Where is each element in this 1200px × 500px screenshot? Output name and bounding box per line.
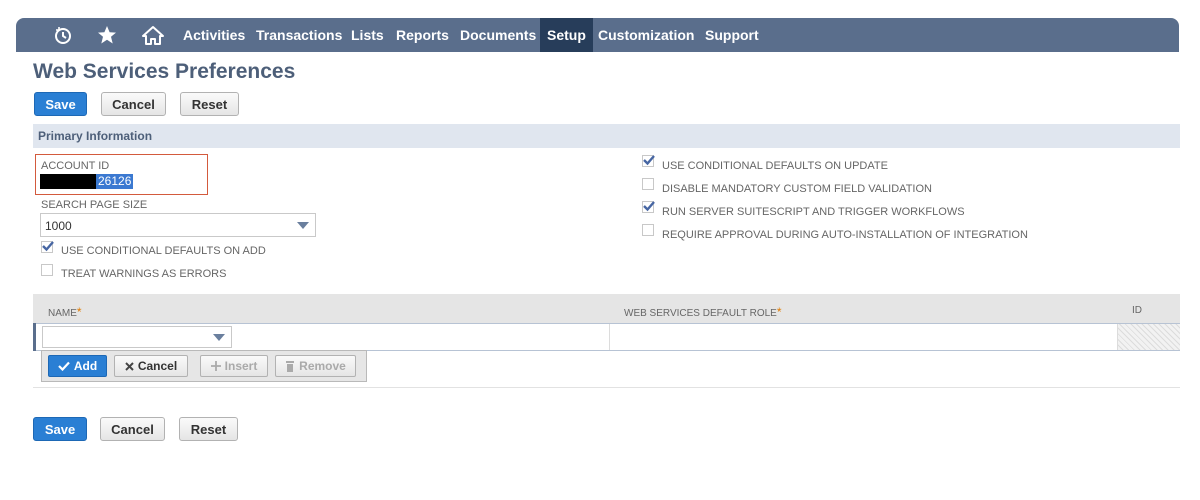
checkbox-label: USE CONDITIONAL DEFAULTS ON UPDATE bbox=[662, 160, 888, 172]
search-page-size-label: SEARCH PAGE SIZE bbox=[41, 199, 148, 211]
nav-documents[interactable]: Documents bbox=[453, 18, 543, 52]
checkbox-run-server-suitescript[interactable] bbox=[642, 201, 655, 213]
chevron-down-icon bbox=[297, 222, 309, 229]
primary-information-section: Primary Information bbox=[33, 124, 1180, 148]
checkbox-label: USE CONDITIONAL DEFAULTS ON ADD bbox=[61, 245, 266, 257]
save-button-top[interactable]: Save bbox=[34, 92, 87, 116]
row-indicator bbox=[33, 323, 36, 351]
nav-reports[interactable]: Reports bbox=[389, 18, 456, 52]
top-nav-bar: Activities Transactions Lists Reports Do… bbox=[16, 18, 1179, 52]
home-icon[interactable] bbox=[142, 24, 164, 46]
recent-icon[interactable] bbox=[52, 24, 74, 46]
cancel-button-bottom[interactable]: Cancel bbox=[100, 417, 165, 441]
name-select[interactable] bbox=[42, 326, 232, 348]
nav-lists[interactable]: Lists bbox=[344, 18, 391, 52]
page-title: Web Services Preferences bbox=[33, 60, 296, 83]
divider bbox=[33, 387, 1180, 388]
add-button-label: Add bbox=[73, 359, 98, 373]
trash-icon bbox=[286, 360, 295, 372]
cancel-button-top[interactable]: Cancel bbox=[101, 92, 166, 116]
remove-button[interactable]: Remove bbox=[275, 355, 356, 377]
remove-button-label: Remove bbox=[299, 359, 346, 373]
nav-activities[interactable]: Activities bbox=[176, 18, 252, 52]
id-cell-readonly bbox=[1118, 324, 1180, 350]
search-page-size-value: 1000 bbox=[45, 219, 72, 233]
checkbox-defaults-on-add[interactable] bbox=[41, 241, 54, 253]
checkmark-icon bbox=[58, 361, 70, 371]
reset-button-top[interactable]: Reset bbox=[180, 92, 239, 116]
star-icon[interactable] bbox=[96, 24, 118, 46]
plus-icon bbox=[210, 361, 221, 371]
insert-button-label: Insert bbox=[224, 359, 258, 373]
reset-button-bottom[interactable]: Reset bbox=[179, 417, 238, 441]
cancel-line-label: Cancel bbox=[137, 359, 178, 373]
nav-setup[interactable]: Setup bbox=[540, 18, 593, 52]
checkbox-label: REQUIRE APPROVAL DURING AUTO-INSTALLATIO… bbox=[662, 229, 1028, 241]
save-button-bottom[interactable]: Save bbox=[33, 417, 87, 441]
checkbox-label: RUN SERVER SUITESCRIPT AND TRIGGER WORKF… bbox=[662, 206, 965, 218]
search-page-size-select[interactable]: 1000 bbox=[40, 213, 316, 237]
insert-button[interactable]: Insert bbox=[200, 355, 268, 377]
section-title: Primary Information bbox=[38, 129, 153, 143]
nav-support[interactable]: Support bbox=[698, 18, 766, 52]
nav-customization[interactable]: Customization bbox=[591, 18, 701, 52]
column-header-id: ID bbox=[1132, 305, 1142, 316]
account-id-value[interactable]: 26126 bbox=[96, 174, 134, 189]
cancel-line-button[interactable]: Cancel bbox=[114, 355, 188, 377]
checkbox-defaults-on-update[interactable] bbox=[642, 155, 655, 167]
roles-grid-header: NAME* WEB SERVICES DEFAULT ROLE* ID bbox=[33, 294, 1180, 324]
column-divider bbox=[609, 324, 610, 350]
checkbox-label: DISABLE MANDATORY CUSTOM FIELD VALIDATIO… bbox=[662, 183, 932, 195]
column-header-role: WEB SERVICES DEFAULT ROLE* bbox=[624, 305, 782, 319]
nav-transactions[interactable]: Transactions bbox=[249, 18, 349, 52]
close-icon bbox=[125, 361, 134, 371]
checkbox-label: TREAT WARNINGS AS ERRORS bbox=[61, 268, 227, 280]
column-header-name: NAME* bbox=[48, 305, 82, 319]
roles-grid-edit-row bbox=[33, 323, 1180, 351]
checkbox-warnings-as-errors[interactable] bbox=[41, 264, 53, 276]
redacted-account-id bbox=[40, 174, 97, 189]
grid-action-bar: Add Cancel Insert Remove bbox=[41, 350, 367, 382]
checkbox-require-approval[interactable] bbox=[642, 224, 654, 236]
add-button[interactable]: Add bbox=[48, 355, 107, 377]
account-id-label: ACCOUNT ID bbox=[41, 160, 110, 172]
checkbox-disable-mandatory[interactable] bbox=[642, 178, 654, 190]
chevron-down-icon bbox=[213, 334, 225, 341]
